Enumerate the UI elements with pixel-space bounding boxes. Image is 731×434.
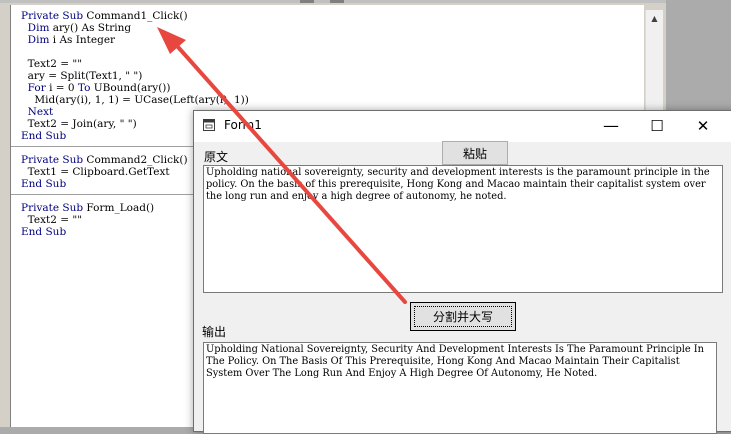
code-line: Private Sub Command1_Click() (21, 10, 188, 22)
code-text: Command1_Click() (83, 10, 188, 22)
code-line: End Sub (21, 130, 66, 142)
code-text: Text2 = Join(ary, " ") (21, 118, 137, 130)
code-keyword: Private Sub (21, 202, 84, 214)
code-text: Command2_Click() (83, 154, 188, 166)
code-text: Mid(ary(i), 1, 1) = UCase(Left(ary(i), 1… (21, 94, 249, 106)
window-title: Form1 (224, 118, 262, 132)
editor-top-notch (300, 0, 314, 3)
code-keyword: Dim (21, 34, 50, 46)
form1-window: Form1 — ☐ ✕ 原文 粘贴 Upholding national sov… (193, 110, 731, 434)
code-keyword: End Sub (21, 178, 67, 190)
close-button[interactable]: ✕ (680, 111, 726, 140)
maximize-button[interactable]: ☐ (634, 111, 680, 140)
source-textbox[interactable]: Upholding national sovereignty, security… (203, 165, 723, 293)
editor-top-strip (0, 0, 666, 3)
code-keyword: End Sub (21, 226, 67, 238)
output-textbox[interactable]: Upholding National Sovereignty, Security… (203, 342, 717, 434)
code-line: Text1 = Clipboard.GetText (21, 166, 170, 178)
paste-button[interactable]: 粘贴 (442, 141, 508, 165)
code-line: For i = 0 To UBound(ary()) (21, 82, 171, 94)
output-text: Upholding National Sovereignty, Security… (206, 344, 708, 379)
code-line: End Sub (21, 178, 66, 190)
code-keyword: Next (21, 106, 54, 118)
code-keyword: Private Sub (21, 154, 84, 166)
code-line: Text2 = "" (21, 214, 82, 226)
code-text: i = 0 (45, 82, 78, 94)
code-text: ary() As String (49, 22, 132, 34)
code-text: Text1 = Clipboard.GetText (21, 166, 170, 178)
code-text: UBound(ary()) (90, 82, 171, 94)
code-text: Form_Load() (83, 202, 155, 214)
code-line: Text2 = "" (21, 58, 82, 70)
editor-top-notch (330, 0, 344, 3)
code-keyword: Dim (21, 22, 50, 34)
split-capitalize-button[interactable]: 分割并大写 (410, 302, 516, 331)
code-line: Text2 = Join(ary, " ") (21, 118, 137, 130)
code-text: Text2 = "" (21, 214, 83, 226)
code-line: Private Sub Form_Load() (21, 202, 154, 214)
code-keyword: To (77, 82, 91, 94)
scroll-up-arrow-icon[interactable]: ▲ (646, 10, 663, 27)
code-keyword: For (21, 82, 46, 94)
code-text: Text2 = "" (21, 58, 83, 70)
code-line: Dim ary() As String (21, 22, 131, 34)
source-label: 原文 (204, 150, 229, 164)
code-text: ary = Split(Text1, " ") (21, 70, 143, 82)
output-label: 输出 (202, 325, 227, 339)
code-keyword: Private Sub (21, 10, 84, 22)
code-keyword: End Sub (21, 130, 67, 142)
code-line: Private Sub Command2_Click() (21, 154, 188, 166)
minimize-button[interactable]: — (588, 111, 634, 140)
code-line: ary = Split(Text1, " ") (21, 70, 143, 82)
code-text: i As Integer (49, 34, 116, 46)
code-line: Dim i As Integer (21, 34, 115, 46)
title-bar[interactable]: Form1 — ☐ ✕ (194, 111, 731, 142)
code-line: Mid(ary(i), 1, 1) = UCase(Left(ary(i), 1… (21, 94, 249, 106)
code-line: Next (21, 106, 54, 118)
source-text: Upholding national sovereignty, security… (206, 167, 713, 202)
vb-form-icon (203, 119, 215, 131)
code-line: End Sub (21, 226, 66, 238)
